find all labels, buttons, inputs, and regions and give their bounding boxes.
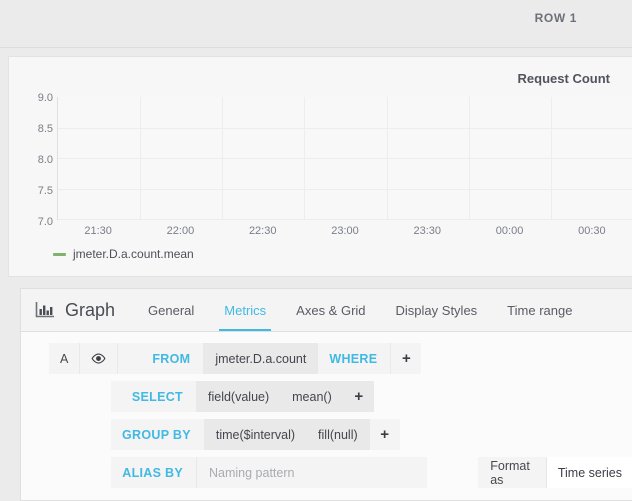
query-group-by-part[interactable]: fill(null): [307, 419, 370, 450]
x-axis: 21:30 22:00 22:30 23:00 23:30 00:00 00:30: [57, 221, 632, 243]
query-where-label[interactable]: WHERE: [318, 343, 392, 374]
legend-series-label[interactable]: jmeter.D.a.count.mean: [73, 247, 194, 261]
query-group-by-add-button[interactable]: +: [369, 419, 400, 450]
row-divider: [0, 47, 632, 48]
panel-editor: Graph General Metrics Axes & Grid Display S…: [20, 288, 632, 501]
query-toggle-visibility-button[interactable]: [80, 343, 119, 374]
vertical-gridline: [550, 97, 552, 219]
y-axis-tick-label: 8.0: [37, 154, 53, 166]
query-select-label[interactable]: SELECT: [111, 381, 197, 412]
vertical-gridline: [140, 97, 142, 219]
graph-panel-title[interactable]: Request Count: [518, 71, 610, 86]
tab-metrics[interactable]: Metrics: [209, 289, 281, 331]
query-alias-by-label[interactable]: ALIAS BY: [111, 457, 197, 488]
query-row-from: A FROM jmeter.D.a.count WHERE +: [49, 343, 632, 374]
y-axis-tick-label: 7.0: [37, 216, 53, 228]
query-row-indent: [49, 419, 79, 450]
query-from-value[interactable]: jmeter.D.a.count: [204, 343, 319, 374]
x-axis-tick-label: 22:30: [248, 225, 277, 237]
query-from-label[interactable]: FROM: [118, 343, 205, 374]
bar-chart-icon: [35, 301, 55, 319]
y-axis-tick-label: 9.0: [37, 92, 53, 104]
panel-type-brand: Graph: [21, 289, 133, 331]
graph-plot-wrapper: 7.0 7.5 8.0 8.5 9.0 21:30 22:00 22:30 23:00 23:3…: [9, 92, 632, 277]
y-axis-tick-label: 8.5: [37, 123, 53, 135]
query-group-by-part[interactable]: time($interval): [204, 419, 308, 450]
vertical-gridline: [222, 97, 224, 219]
query-row-indent: [79, 419, 111, 450]
horizontal-gridline: [58, 219, 632, 220]
query-row-indent: [49, 381, 79, 412]
x-axis-tick-label: 21:30: [84, 225, 112, 237]
tab-general[interactable]: General: [133, 289, 209, 331]
query-row-alias-by: ALIAS BY Format as Time series: [49, 457, 632, 488]
dashboard-panel-editor: ROW 1 Request Count 7.0 7.5 8.0 8.5 9.0 21:3…: [0, 0, 632, 501]
y-axis-tick-label: 7.5: [37, 185, 53, 197]
graph-legend[interactable]: jmeter.D.a.count.mean: [53, 247, 194, 261]
dashboard-row-header: ROW 1: [0, 0, 632, 48]
x-axis-tick-label: 23:30: [413, 225, 442, 237]
format-as-label: Format as: [478, 457, 546, 488]
horizontal-gridline: [58, 158, 632, 159]
panel-type-label: Graph: [65, 299, 116, 320]
query-row-select: SELECT field(value) mean() +: [49, 381, 632, 412]
tab-display-styles[interactable]: Display Styles: [381, 289, 493, 331]
tab-time-range[interactable]: Time range: [492, 289, 587, 331]
query-select-part[interactable]: mean(): [281, 381, 344, 412]
vertical-gridline: [304, 97, 306, 219]
horizontal-gridline: [58, 188, 632, 190]
plot-area[interactable]: [57, 97, 632, 220]
query-where-add-button[interactable]: +: [391, 343, 422, 374]
x-axis-tick-label: 00:00: [495, 225, 524, 237]
editor-tabs: General Metrics Axes & Grid Display Styles T…: [133, 289, 587, 331]
editor-tabbar: Graph General Metrics Axes & Grid Display S…: [21, 289, 632, 332]
format-as-select[interactable]: Time series: [545, 457, 632, 488]
eye-icon: [91, 353, 106, 364]
query-row-group-by: GROUP BY time($interval) fill(null) +: [49, 419, 632, 450]
query-group-by-label[interactable]: GROUP BY: [111, 419, 205, 450]
x-axis-tick-label: 00:30: [578, 225, 606, 237]
legend-color-marker: [53, 252, 66, 256]
row-title: ROW 1: [534, 11, 577, 25]
query-row-indent: [79, 457, 111, 488]
graph-panel[interactable]: Request Count 7.0 7.5 8.0 8.5 9.0 21:30 22:00…: [8, 56, 632, 277]
query-select-add-button[interactable]: +: [343, 381, 374, 412]
query-row-indent: [49, 457, 79, 488]
query-ref-id[interactable]: A: [49, 343, 81, 374]
horizontal-gridline: [58, 127, 632, 129]
x-axis-tick-label: 22:00: [166, 225, 195, 237]
query-select-part[interactable]: field(value): [197, 381, 282, 412]
tab-axes-grid[interactable]: Axes & Grid: [281, 289, 380, 331]
x-axis-tick-label: 23:00: [331, 225, 359, 237]
alias-by-input[interactable]: [197, 457, 428, 488]
vertical-gridline: [386, 97, 388, 219]
query-row-indent: [79, 381, 111, 412]
y-axis: 7.0 7.5 8.0 8.5 9.0: [17, 92, 53, 228]
vertical-gridline: [468, 97, 470, 219]
metrics-query-editor: A FROM jmeter.D.a.count WHERE + SELECT f…: [21, 332, 632, 500]
